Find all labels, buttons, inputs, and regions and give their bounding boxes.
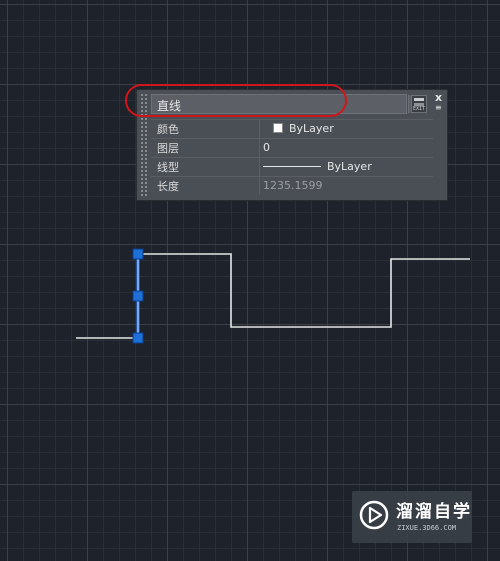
property-name: 图层 [157,142,179,155]
grip-end[interactable] [132,332,144,344]
grip-start[interactable] [132,248,144,260]
watermark: 溜溜自学 ZIXUE.3D66.COM [352,491,472,543]
property-row-layer[interactable]: 图层 0 [151,138,433,157]
property-value[interactable]: ByLayer [259,158,433,176]
property-value: 1235.1599 [259,177,433,195]
linetype-preview-icon [263,166,321,167]
options-menu-icon[interactable]: ≡ [435,104,443,112]
property-name: 长度 [157,180,179,193]
property-name: 颜色 [157,123,179,136]
play-logo-icon [359,500,389,530]
watermark-title: 溜溜自学 [396,502,472,522]
property-row-linetype[interactable]: 线型 ByLayer [151,157,433,176]
property-row-color[interactable]: 颜色 ByLayer [151,119,433,138]
property-value[interactable]: ByLayer [259,120,433,138]
highlight-annotation [125,84,347,117]
select-objects-button[interactable]: EXIT [411,95,427,113]
polyline-drawing[interactable] [138,253,470,328]
watermark-subtitle: ZIXUE.3D66.COM [397,524,457,532]
select-objects-label: EXIT [413,106,426,112]
property-row-length: 长度 1235.1599 [151,176,433,195]
property-name: 线型 [157,161,179,174]
grip-mid[interactable] [132,290,144,302]
property-value[interactable]: 0 [259,139,433,157]
color-swatch-icon [273,123,283,133]
